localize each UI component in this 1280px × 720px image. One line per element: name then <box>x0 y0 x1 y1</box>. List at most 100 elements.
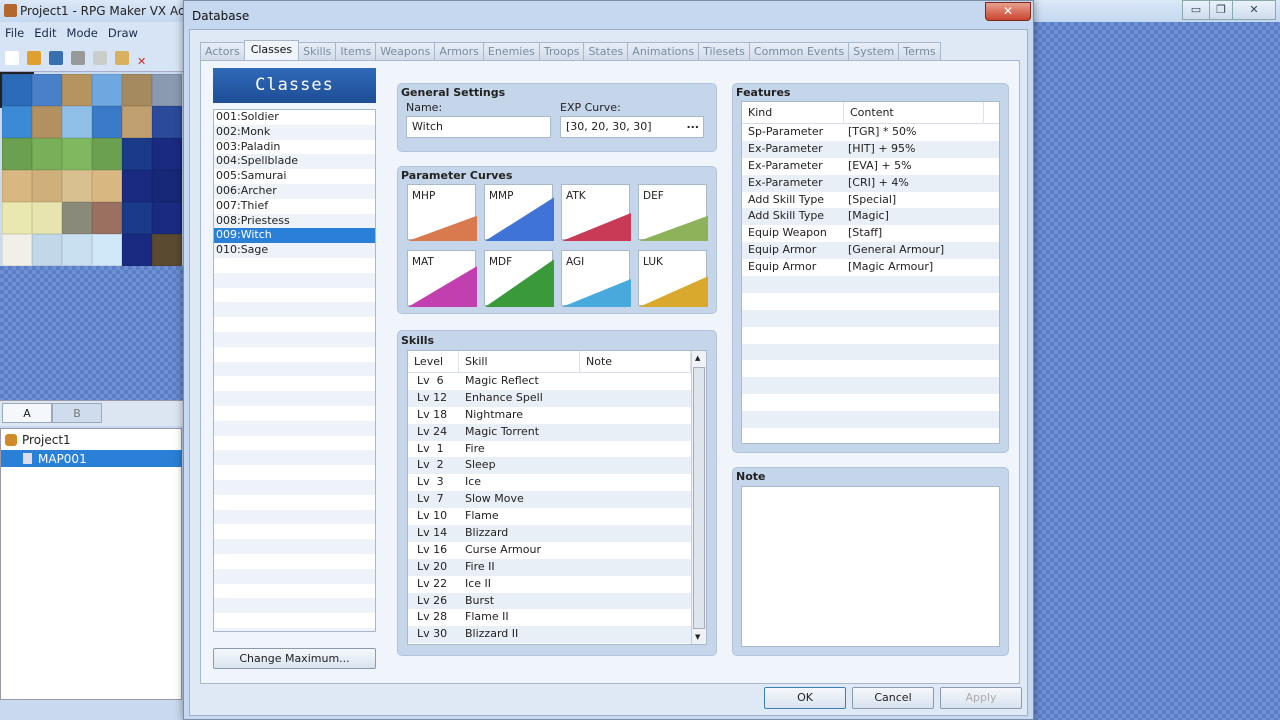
tile[interactable] <box>122 234 152 266</box>
tile[interactable] <box>2 106 32 138</box>
tree-map-item[interactable]: MAP001 <box>1 450 182 467</box>
skill-row[interactable]: Lv 10 Flame <box>408 508 706 525</box>
tab-classes[interactable]: Classes <box>243 40 300 61</box>
scroll-down-icon[interactable]: ▼ <box>695 633 700 641</box>
tab-troops[interactable]: Troops <box>538 42 585 61</box>
skills-table[interactable]: Level Skill Note Lv 6 Magic Reflect Lv 12 E… <box>407 350 707 645</box>
close-main-button[interactable]: ✕ <box>1232 0 1276 20</box>
tile[interactable] <box>62 106 92 138</box>
skill-row[interactable]: Lv 1 Fire <box>408 441 706 458</box>
tile[interactable] <box>152 106 182 138</box>
tile[interactable] <box>122 138 152 170</box>
feature-row[interactable]: Equip Armor [Magic Armour] <box>742 259 999 276</box>
cancel-button[interactable]: Cancel <box>852 687 934 709</box>
tab-enemies[interactable]: Enemies <box>482 42 540 61</box>
class-item[interactable]: 010:Sage <box>214 243 375 258</box>
class-item[interactable]: 008:Priestess <box>214 213 375 229</box>
minimize-button[interactable]: ▭ <box>1182 0 1210 20</box>
curve-mdf[interactable]: MDF <box>484 250 554 307</box>
delete-icon[interactable]: ✕ <box>137 55 151 69</box>
curve-mhp[interactable]: MHP <box>407 184 477 241</box>
skill-row[interactable]: Lv 12 Enhance Spell <box>408 389 706 407</box>
skill-row[interactable]: Lv 30 Blizzard II <box>408 626 706 644</box>
dialog-close-button[interactable]: ✕ <box>985 2 1031 21</box>
tile[interactable] <box>32 234 62 266</box>
tab-actors[interactable]: Actors <box>200 42 245 61</box>
tile[interactable] <box>62 74 92 106</box>
tile[interactable] <box>152 170 182 202</box>
note-textarea[interactable] <box>741 486 1000 647</box>
tile[interactable] <box>62 202 92 234</box>
tab-armors[interactable]: Armors <box>434 42 484 61</box>
restore-button[interactable]: ❐ <box>1209 0 1233 20</box>
ok-button[interactable]: OK <box>764 687 846 709</box>
class-item[interactable]: 007:Thief <box>214 199 375 214</box>
feature-row[interactable]: Ex-Parameter [CRI] + 4% <box>742 174 999 192</box>
col-note[interactable]: Note <box>580 351 691 373</box>
apply-button[interactable]: Apply <box>940 687 1022 709</box>
tile[interactable] <box>122 106 152 138</box>
tab-weapons[interactable]: Weapons <box>375 42 436 61</box>
cut-icon[interactable] <box>71 51 85 65</box>
tile[interactable] <box>32 138 62 170</box>
exp-curve-field[interactable]: [30, 20, 30, 30] ... <box>560 116 704 138</box>
tree-project[interactable]: Project1 <box>22 433 71 447</box>
curve-mmp[interactable]: MMP <box>484 184 554 241</box>
menu-file[interactable]: File <box>0 22 29 44</box>
menu-edit[interactable]: Edit <box>29 22 61 44</box>
feature-row[interactable]: Ex-Parameter [EVA] + 5% <box>742 158 999 175</box>
tab-animations[interactable]: Animations <box>627 42 700 61</box>
skill-row[interactable]: Lv 28 Flame II <box>408 609 706 626</box>
tile[interactable] <box>2 170 32 202</box>
scroll-up-icon[interactable]: ▲ <box>695 354 700 362</box>
skill-row[interactable]: Lv 24 Magic Torrent <box>408 423 706 441</box>
tab-a[interactable]: A <box>2 403 52 423</box>
curve-luk[interactable]: LUK <box>638 250 708 307</box>
name-input[interactable]: Witch <box>406 116 551 138</box>
new-file-icon[interactable] <box>5 51 19 65</box>
tile[interactable] <box>32 106 62 138</box>
tab-b[interactable]: B <box>52 403 102 423</box>
tile[interactable] <box>92 170 122 202</box>
tile[interactable] <box>92 202 122 234</box>
tileset-palette[interactable] <box>0 72 182 266</box>
change-maximum-button[interactable]: Change Maximum... <box>213 648 376 669</box>
tile[interactable] <box>152 202 182 234</box>
class-item[interactable]: 001:Soldier <box>214 110 375 125</box>
col-kind[interactable]: Kind <box>742 102 844 124</box>
tab-common-events[interactable]: Common Events <box>748 42 850 61</box>
skill-row[interactable]: Lv 26 Burst <box>408 592 706 610</box>
skill-row[interactable]: Lv 3 Ice <box>408 474 706 491</box>
paste-icon[interactable] <box>115 51 129 65</box>
col-skill[interactable]: Skill <box>459 351 580 373</box>
tile[interactable] <box>32 74 62 106</box>
tile[interactable] <box>122 202 152 234</box>
tab-tilesets[interactable]: Tilesets <box>698 42 750 61</box>
tile[interactable] <box>62 138 92 170</box>
class-item[interactable]: 006:Archer <box>214 183 375 199</box>
feature-row[interactable]: Sp-Parameter [TGR] * 50% <box>742 124 999 141</box>
class-item[interactable]: 002:Monk <box>214 124 375 140</box>
curve-atk[interactable]: ATK <box>561 184 631 241</box>
skill-row[interactable]: Lv 20 Fire II <box>408 558 706 576</box>
menu-mode[interactable]: Mode <box>62 22 103 44</box>
skill-row[interactable]: Lv 22 Ice II <box>408 576 706 593</box>
tile[interactable] <box>92 234 122 266</box>
features-table[interactable]: Kind Content Sp-Parameter [TGR] * 50% Ex-P… <box>741 101 1000 444</box>
save-icon[interactable] <box>49 51 63 65</box>
open-folder-icon[interactable] <box>27 51 41 65</box>
tab-skills[interactable]: Skills <box>298 42 337 61</box>
tab-items[interactable]: Items <box>335 42 377 61</box>
curve-def[interactable]: DEF <box>638 184 708 241</box>
tile[interactable] <box>92 106 122 138</box>
tile[interactable] <box>92 74 122 106</box>
tile[interactable] <box>122 170 152 202</box>
skill-row[interactable]: Lv 18 Nightmare <box>408 407 706 424</box>
class-item[interactable]: 004:Spellblade <box>214 154 375 170</box>
scroll-thumb[interactable] <box>693 367 705 629</box>
tile[interactable] <box>92 138 122 170</box>
tile[interactable] <box>2 234 32 266</box>
feature-row[interactable]: Equip Weapon [Staff] <box>742 225 999 242</box>
tile[interactable] <box>122 74 152 106</box>
exp-curve-edit-button[interactable]: ... <box>686 118 699 131</box>
